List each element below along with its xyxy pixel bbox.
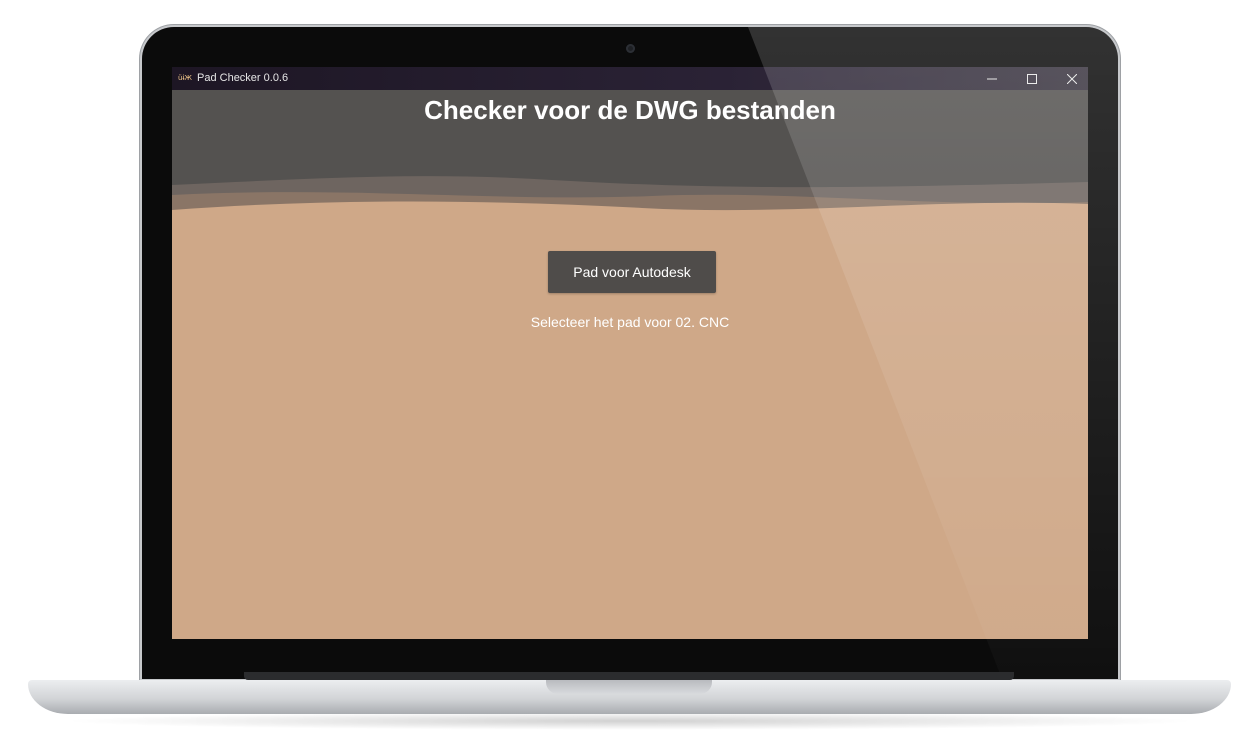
select-path-hint: Selecteer het pad voor 02. CNC <box>530 314 730 330</box>
maximize-button[interactable] <box>1012 67 1052 90</box>
autodesk-path-button[interactable]: Pad voor Autodesk <box>548 251 716 293</box>
app-window: üɨЖ Pad Checker 0.0.6 Checker voor de DW… <box>172 67 1088 639</box>
laptop-screen-bezel: üɨЖ Pad Checker 0.0.6 Checker voor de DW… <box>142 27 1118 679</box>
close-icon <box>1067 73 1077 84</box>
laptop-shadow <box>60 712 1200 730</box>
title-bar[interactable]: üɨЖ Pad Checker 0.0.6 <box>172 67 1088 90</box>
maximize-icon <box>1027 73 1037 84</box>
close-button[interactable] <box>1052 67 1088 90</box>
minimize-button[interactable] <box>972 67 1012 90</box>
laptop-base <box>28 680 1231 714</box>
laptop-hinge <box>244 672 1014 680</box>
laptop-notch <box>546 680 712 694</box>
camera-icon <box>626 44 635 53</box>
window-title: Pad Checker 0.0.6 <box>197 72 289 84</box>
minimize-icon <box>987 78 997 79</box>
page-title: Checker voor de DWG bestanden <box>424 95 836 125</box>
app-logo-icon: üɨЖ <box>178 74 192 82</box>
